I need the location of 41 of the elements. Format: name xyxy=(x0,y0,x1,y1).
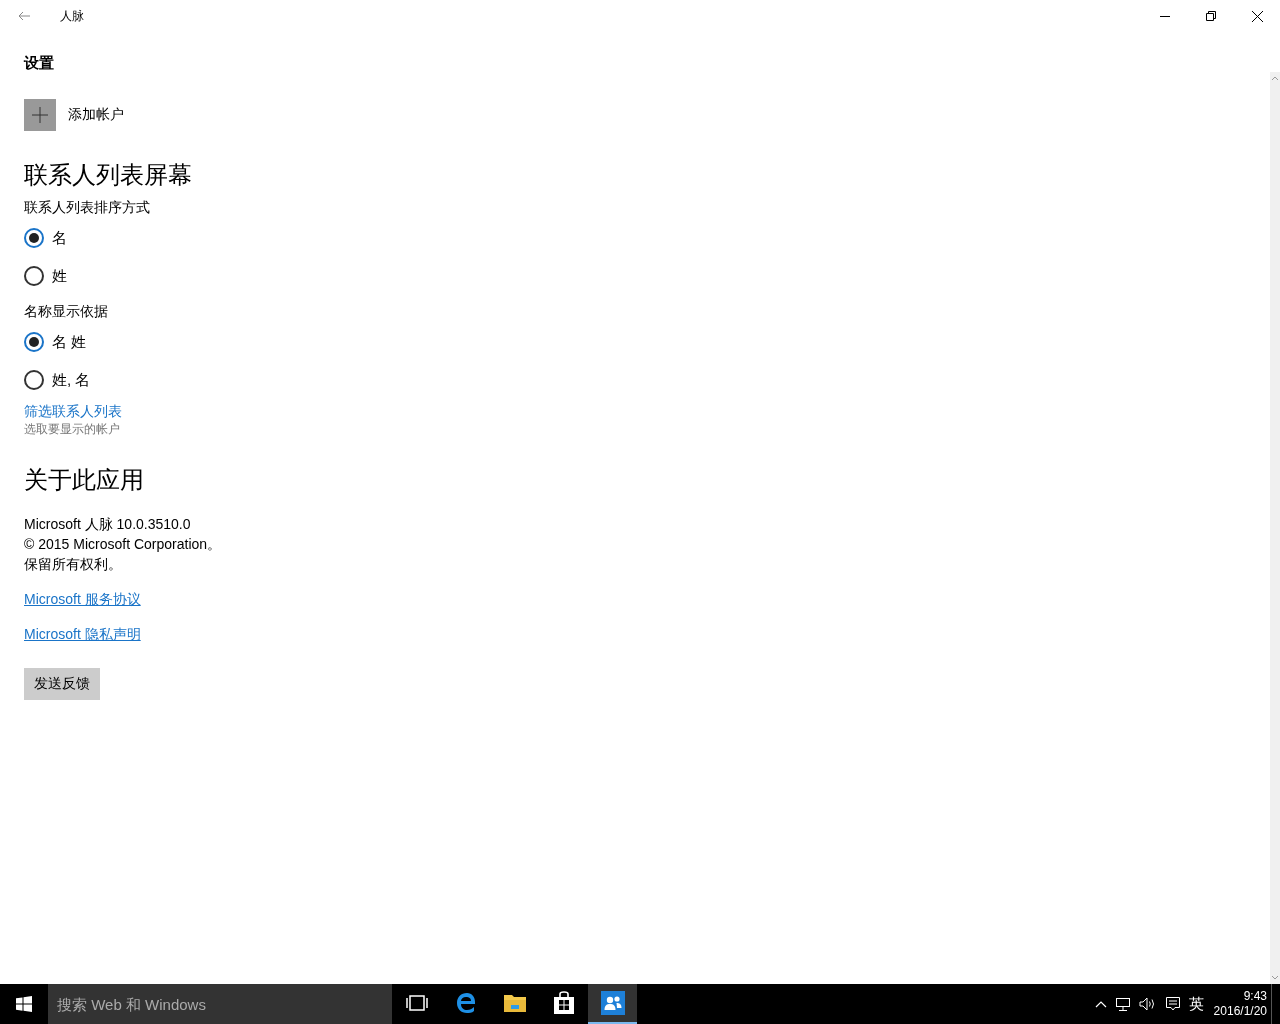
clock[interactable]: 9:43 2016/1/20 xyxy=(1213,989,1267,1019)
radio-label: 名 姓 xyxy=(52,332,87,352)
legal-link[interactable]: Microsoft 隐私声明 xyxy=(24,626,141,644)
radio-button[interactable] xyxy=(24,370,44,390)
link-description: 选取要显示的帐户 xyxy=(24,421,120,438)
e-logo-icon xyxy=(454,992,477,1014)
people-icon xyxy=(600,991,625,1015)
filter-contacts-link[interactable]: 筛选联系人列表 xyxy=(24,403,122,421)
plus-icon xyxy=(32,107,48,123)
chevron-up-icon[interactable] xyxy=(1094,1000,1107,1008)
radio-label: 姓 xyxy=(52,266,67,286)
network-icon[interactable] xyxy=(1114,996,1131,1012)
radio-label: 姓, 名 xyxy=(52,370,91,390)
folder-icon xyxy=(502,993,527,1013)
shopping-bag-icon xyxy=(552,991,575,1015)
radio-button[interactable] xyxy=(24,228,44,248)
add-account-label[interactable]: 添加帐户 xyxy=(68,106,124,124)
radio-button[interactable] xyxy=(24,266,44,286)
window-title: 人脉 xyxy=(60,7,84,25)
windows-logo-icon xyxy=(16,996,32,1012)
task-view-icon xyxy=(405,995,428,1011)
taskbar-app-button[interactable] xyxy=(588,984,637,1024)
page-heading: 设置 xyxy=(24,54,54,73)
about-text-line: © 2015 Microsoft Corporation。 xyxy=(24,535,222,554)
group-label: 名称显示依据 xyxy=(24,303,108,321)
section-heading: 联系人列表屏幕 xyxy=(24,160,192,190)
restore-icon xyxy=(1206,11,1216,21)
about-text-line: 保留所有权利。 xyxy=(24,555,122,574)
section-heading: 关于此应用 xyxy=(24,465,144,495)
radio-button[interactable] xyxy=(24,332,44,352)
group-label: 联系人列表排序方式 xyxy=(24,199,150,217)
radio-label: 名 xyxy=(52,228,67,248)
search-field[interactable]: 搜索 Web 和 Windows xyxy=(48,984,392,1024)
back-arrow-icon xyxy=(18,11,30,21)
legal-link[interactable]: Microsoft 服务协议 xyxy=(24,591,141,609)
send-feedback-button[interactable]: 发送反馈 xyxy=(24,668,100,700)
speaker-icon[interactable] xyxy=(1138,996,1157,1012)
message-icon[interactable] xyxy=(1164,996,1181,1012)
close-icon xyxy=(1251,10,1263,22)
about-text-line: Microsoft 人脉 10.0.3510.0 xyxy=(24,515,191,534)
input-method-indicator[interactable]: 英 xyxy=(1188,994,1204,1014)
